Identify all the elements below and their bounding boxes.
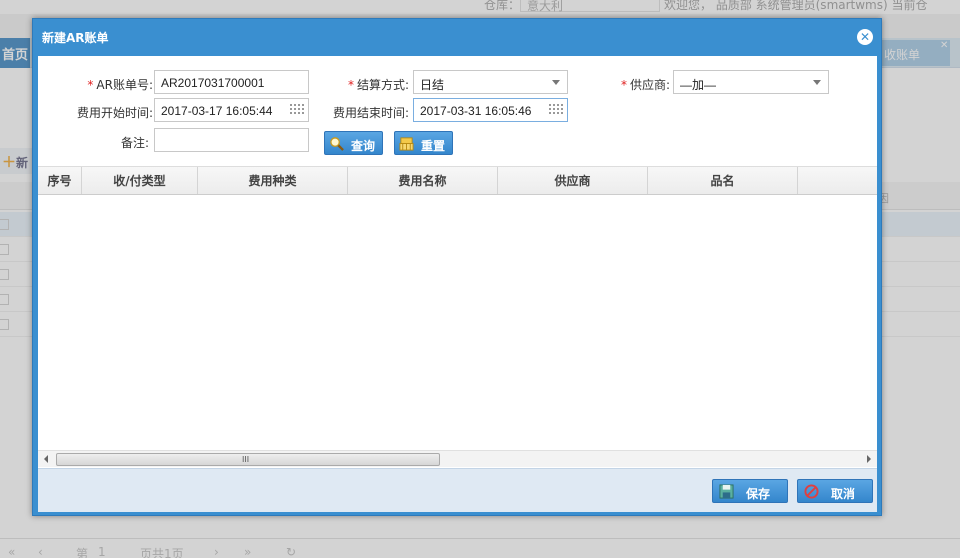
chevron-down-icon: [552, 80, 560, 85]
start-time-label: 费用开始时间:: [76, 106, 153, 120]
end-time-field[interactable]: 2017-03-31 16:05:46: [413, 98, 568, 122]
start-time-field[interactable]: 2017-03-17 16:05:44: [154, 98, 309, 122]
grid-column-header[interactable]: 收/付类型: [82, 167, 198, 194]
grid-column-header[interactable]: 费用种类: [198, 167, 348, 194]
query-button-label: 查询: [351, 139, 376, 153]
ar-no-label: * AR账单号:: [87, 78, 153, 92]
query-button[interactable]: 查询: [324, 131, 383, 155]
settle-label: * 结算方式:: [347, 78, 409, 92]
horizontal-scrollbar[interactable]: III: [38, 450, 877, 467]
calendar-icon[interactable]: [549, 104, 563, 116]
close-icon[interactable]: ✕: [857, 29, 873, 45]
scroll-right-icon[interactable]: [867, 455, 871, 463]
grid-column-header[interactable]: 费用名称: [348, 167, 498, 194]
supplier-label: * 供应商:: [620, 78, 670, 92]
reset-icon: [399, 137, 414, 151]
scrollbar-thumb[interactable]: III: [56, 453, 440, 466]
supplier-select-value: —加—: [680, 78, 717, 92]
cancel-button-label: 取消: [831, 487, 856, 501]
grid-header: 序号收/付类型费用种类费用名称供应商品名结算方: [38, 167, 877, 195]
end-time-value: 2017-03-31 16:05:46: [420, 104, 532, 118]
reset-button-label: 重置: [421, 139, 446, 153]
remark-field[interactable]: [154, 128, 309, 152]
start-time-value: 2017-03-17 16:05:44: [161, 104, 273, 118]
search-icon: [330, 137, 344, 151]
grid-column-header[interactable]: 结算方: [798, 167, 877, 194]
grid-column-header[interactable]: 序号: [38, 167, 82, 194]
settle-select[interactable]: 日结: [413, 70, 568, 94]
save-button[interactable]: 保存: [712, 479, 788, 503]
end-time-label: 费用结束时间:: [332, 106, 409, 120]
supplier-select[interactable]: —加—: [673, 70, 829, 94]
chevron-down-icon: [813, 80, 821, 85]
dialog-title: 新建AR账单: [42, 31, 109, 45]
save-button-label: 保存: [746, 487, 771, 501]
reset-button[interactable]: 重置: [394, 131, 453, 155]
remark-label: 备注:: [120, 136, 149, 150]
grid-column-header[interactable]: 品名: [648, 167, 798, 194]
save-icon: [719, 484, 734, 499]
cancel-icon: [804, 484, 819, 499]
grid-column-header[interactable]: 供应商: [498, 167, 648, 194]
dialog-body: * AR账单号: AR2017031700001 * 结算方式: 日结 * 供应商: …: [38, 56, 877, 512]
fee-grid: 序号收/付类型费用种类费用名称供应商品名结算方 III: [38, 166, 877, 467]
cancel-button[interactable]: 取消: [797, 479, 873, 503]
ar-no-field[interactable]: AR2017031700001: [154, 70, 309, 94]
settle-select-value: 日结: [420, 78, 445, 92]
scroll-left-icon[interactable]: [44, 455, 48, 463]
dialog-footer: 保存 取消: [38, 468, 877, 512]
calendar-icon[interactable]: [290, 104, 304, 116]
new-ar-bill-dialog: 新建AR账单 ✕ * AR账单号: AR2017031700001 * 结算方式: …: [32, 18, 882, 516]
